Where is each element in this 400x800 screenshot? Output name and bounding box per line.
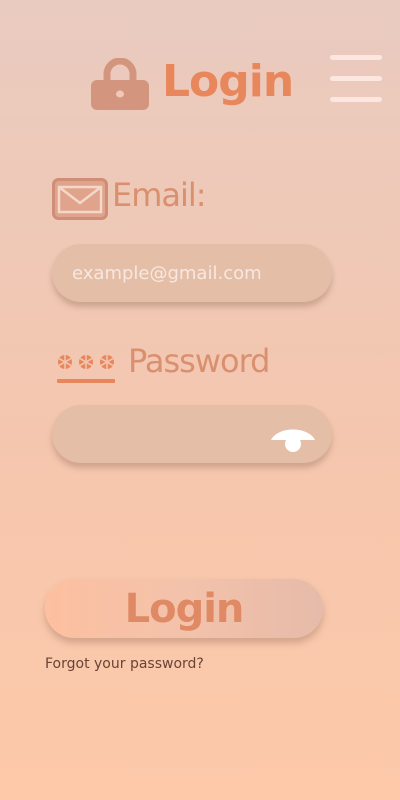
menu-line bbox=[330, 97, 382, 102]
hamburger-menu-icon[interactable] bbox=[330, 55, 382, 103]
email-label: Email: bbox=[112, 176, 207, 214]
envelope-icon bbox=[52, 178, 108, 220]
password-input[interactable] bbox=[70, 422, 274, 446]
forgot-password-link[interactable]: Forgot your password? bbox=[45, 656, 204, 672]
password-label: Password bbox=[128, 342, 270, 380]
password-asterisks-icon bbox=[57, 355, 115, 383]
email-field-container bbox=[52, 244, 332, 302]
menu-line bbox=[330, 55, 382, 60]
menu-line bbox=[330, 76, 382, 81]
header: Login bbox=[0, 0, 400, 130]
page-title: Login bbox=[162, 56, 294, 107]
lock-icon bbox=[91, 58, 149, 110]
login-button[interactable]: Login bbox=[45, 579, 323, 638]
email-input[interactable] bbox=[70, 261, 314, 285]
eye-icon[interactable] bbox=[268, 424, 318, 454]
